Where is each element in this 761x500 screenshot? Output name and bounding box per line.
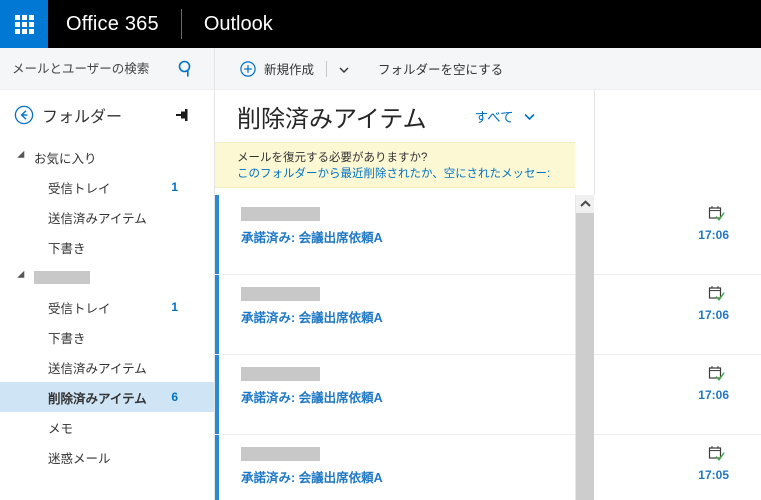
message-time: 17:06 bbox=[698, 228, 729, 242]
table-row[interactable]: 承諾済み: 会議出席依頼A 17:06 bbox=[215, 355, 761, 435]
message-time: 17:05 bbox=[698, 468, 729, 482]
empty-folder-button[interactable]: フォルダーを空にする bbox=[350, 59, 503, 78]
search-icon[interactable] bbox=[176, 59, 196, 79]
back-arrow-circle-icon[interactable] bbox=[14, 105, 34, 125]
sidebar-item-notes[interactable]: メモ bbox=[0, 412, 214, 442]
collapse-twisty-icon[interactable] bbox=[17, 270, 28, 282]
table-row[interactable]: 承諾済み: 会議出席依頼A 17:06 bbox=[215, 195, 761, 275]
calendar-accepted-icon bbox=[708, 285, 725, 302]
calendar-accepted-icon bbox=[708, 445, 725, 462]
folder-pane-header: フォルダー bbox=[0, 90, 214, 140]
folder-group-mailbox[interactable] bbox=[0, 262, 214, 292]
sidebar-item-drafts-favorite[interactable]: 下書き bbox=[0, 232, 214, 262]
folder-name: 受信トレイ bbox=[48, 181, 111, 196]
sidebar-item-sent-favorite[interactable]: 送信済みアイテム bbox=[0, 202, 214, 232]
message-time: 17:06 bbox=[698, 308, 729, 322]
calendar-accepted-icon bbox=[708, 205, 725, 222]
content-pane: 新規作成 フォルダーを空にする 削除済みアイテム すべて メールを復元する必要が… bbox=[215, 48, 761, 500]
scroll-up-button[interactable] bbox=[576, 195, 594, 213]
message-time: 17:06 bbox=[698, 388, 729, 402]
redacted-mailbox-name bbox=[34, 270, 90, 284]
redacted-sender-name bbox=[241, 447, 320, 461]
suite-header-bar: Office 365 Outlook bbox=[0, 0, 761, 48]
message-subject: 承諾済み: 会議出席依頼A bbox=[241, 231, 383, 245]
folder-name: 迷惑メール bbox=[48, 451, 111, 466]
search-input[interactable] bbox=[0, 52, 179, 85]
folder-name: 下書き bbox=[48, 241, 86, 256]
sidebar-item-inbox[interactable]: 受信トレイ 1 bbox=[0, 292, 214, 322]
redacted-sender-name bbox=[241, 207, 320, 221]
folder-group-label: お気に入り bbox=[34, 151, 97, 166]
message-list-header: 削除済みアイテム すべて bbox=[215, 90, 761, 142]
folder-name: 送信済みアイテム bbox=[48, 361, 147, 376]
chevron-down-icon[interactable] bbox=[338, 63, 350, 75]
folder-pane: フォルダー お気に入り 受信トレイ 1 送信済みアイテム bbox=[0, 48, 215, 500]
calendar-accepted-icon bbox=[708, 365, 725, 382]
chevron-up-icon bbox=[579, 200, 591, 207]
unread-indicator bbox=[215, 355, 219, 434]
command-bar: 新規作成 フォルダーを空にする bbox=[215, 48, 761, 90]
redacted-sender-name bbox=[241, 367, 320, 381]
folder-name: 下書き bbox=[48, 331, 86, 346]
collapse-twisty-icon[interactable] bbox=[17, 150, 28, 162]
sidebar-item-deleted-items[interactable]: 削除済みアイテム 6 bbox=[0, 382, 214, 412]
table-row[interactable]: 承諾済み: 会議出席依頼A 17:05 bbox=[215, 435, 761, 500]
folder-name: メモ bbox=[48, 421, 74, 436]
unread-indicator bbox=[215, 275, 219, 354]
suite-app-name[interactable]: Outlook bbox=[182, 13, 273, 36]
waffle-app-launcher-icon bbox=[14, 14, 34, 34]
plus-circle-icon bbox=[240, 60, 256, 77]
folder-unread-count: 6 bbox=[171, 390, 178, 404]
folder-name: 受信トレイ bbox=[48, 301, 111, 316]
suite-brand-label[interactable]: Office 365 bbox=[48, 13, 159, 36]
command-separator bbox=[326, 60, 328, 77]
notice-question: メールを復元する必要がありますか? bbox=[237, 152, 428, 164]
message-subject: 承諾済み: 会議出席依頼A bbox=[241, 391, 383, 405]
recover-items-notice: メールを復元する必要がありますか? このフォルダーから最近削除されたか、空にされ… bbox=[215, 142, 575, 188]
scrollbar-thumb[interactable] bbox=[576, 213, 594, 500]
new-message-button[interactable]: 新規作成 bbox=[240, 59, 314, 78]
unread-indicator bbox=[215, 195, 219, 274]
folder-group-favorites[interactable]: お気に入り bbox=[0, 142, 214, 172]
page-title: 削除済みアイテム bbox=[237, 105, 427, 133]
folder-tree: お気に入り 受信トレイ 1 送信済みアイテム 下書き 受信トレイ 1 下書き 送… bbox=[0, 140, 214, 472]
app-launcher-button[interactable] bbox=[0, 0, 48, 48]
chevron-down-icon bbox=[523, 110, 536, 123]
message-filter-dropdown[interactable]: すべて bbox=[475, 106, 536, 126]
table-row[interactable]: 承諾済み: 会議出席依頼A 17:06 bbox=[215, 275, 761, 355]
sidebar-item-inbox-favorite[interactable]: 受信トレイ 1 bbox=[0, 172, 214, 202]
sidebar-item-sent[interactable]: 送信済みアイテム bbox=[0, 352, 214, 382]
folder-unread-count: 1 bbox=[171, 180, 178, 194]
message-list: 承諾済み: 会議出席依頼A 17:06 承諾済み: 会議出席依頼A 17:06 … bbox=[215, 195, 761, 500]
message-subject: 承諾済み: 会議出席依頼A bbox=[241, 471, 383, 485]
folder-name: 削除済みアイテム bbox=[48, 391, 147, 406]
sidebar-item-drafts[interactable]: 下書き bbox=[0, 322, 214, 352]
notice-recover-link[interactable]: このフォルダーから最近削除されたか、空にされたメッセー: bbox=[237, 166, 575, 183]
redacted-sender-name bbox=[241, 287, 320, 301]
folder-unread-count: 1 bbox=[171, 300, 178, 314]
message-filter-label: すべて bbox=[474, 110, 514, 125]
message-subject: 承諾済み: 会議出席依頼A bbox=[241, 311, 383, 325]
outlook-app-window: Office 365 Outlook フォルダー bbox=[0, 0, 761, 500]
message-list-scrollbar[interactable] bbox=[575, 195, 594, 500]
folder-pane-title: フォルダー bbox=[42, 109, 123, 126]
pin-icon[interactable] bbox=[176, 108, 192, 122]
folder-name: 送信済みアイテム bbox=[48, 211, 147, 226]
unread-indicator bbox=[215, 435, 219, 500]
sidebar-item-junk[interactable]: 迷惑メール bbox=[0, 442, 214, 472]
search-bar bbox=[0, 48, 214, 90]
new-message-label: 新規作成 bbox=[264, 63, 315, 77]
